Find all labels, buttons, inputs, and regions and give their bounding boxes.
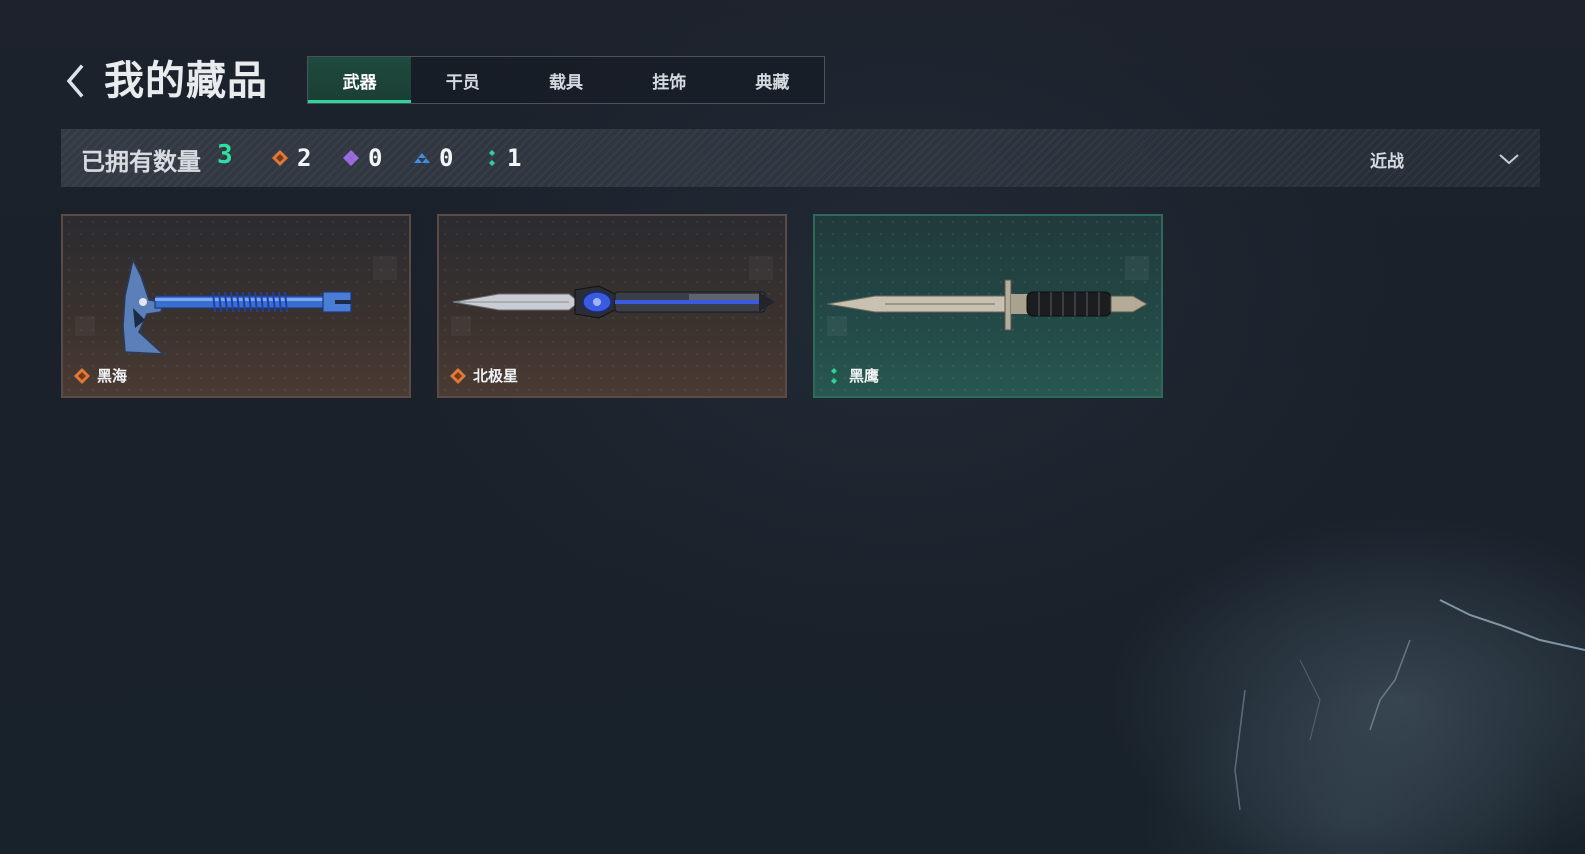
tab-operators[interactable]: 干员 [411,57,514,103]
orange-diamond-icon [74,368,90,384]
item-name: 黑海 [97,367,128,385]
page-title: 我的藏品 [104,58,268,104]
owned-count-value: 3 [217,140,233,170]
rarity-count-blue: 0 [413,141,453,175]
rarity-count-blue-value: 0 [439,144,454,172]
orange-diamond-icon [272,150,288,166]
owned-summary-bar: 已拥有数量 3 2 0 0 1 近战 [61,129,1540,187]
tab-vehicles[interactable]: 载具 [514,57,617,103]
orange-diamond-icon [450,368,466,384]
blade-weapon-image [451,256,775,336]
chevron-left-icon [66,64,84,98]
purple-diamond-icon [343,150,359,166]
item-name: 黑鹰 [849,367,880,385]
rarity-count-purple: 0 [342,141,382,175]
rarity-count-orange-value: 2 [297,144,312,172]
tab-charms[interactable]: 挂饰 [618,57,721,103]
back-button[interactable] [60,62,90,100]
blue-triangle-icon [414,153,430,163]
category-tabs: 武器 干员 载具 挂饰 典藏 [307,56,825,104]
rarity-count-green: 1 [485,141,521,175]
filter-selected-value: 近战 [1370,151,1404,172]
tab-collection[interactable]: 典藏 [721,57,824,103]
rarity-count-purple-value: 0 [368,144,383,172]
rarity-count-green-value: 1 [507,144,522,172]
rarity-count-orange: 2 [271,141,311,175]
tab-weapons[interactable]: 武器 [308,57,412,103]
category-filter-dropdown[interactable]: 近战 [1360,141,1520,177]
item-card-heihai[interactable]: 黑海 [61,214,411,398]
item-card-heiying[interactable]: 黑鹰 [813,214,1163,398]
item-card-beijixing[interactable]: 北极星 [437,214,787,398]
knife-weapon-image [826,256,1149,336]
green-dots-icon [489,150,495,166]
green-dots-icon [831,368,837,384]
chevron-down-icon [1499,154,1519,165]
item-name: 北极星 [473,367,519,385]
owned-count-label: 已拥有数量 [81,148,201,176]
axe-weapon-image [75,256,397,355]
